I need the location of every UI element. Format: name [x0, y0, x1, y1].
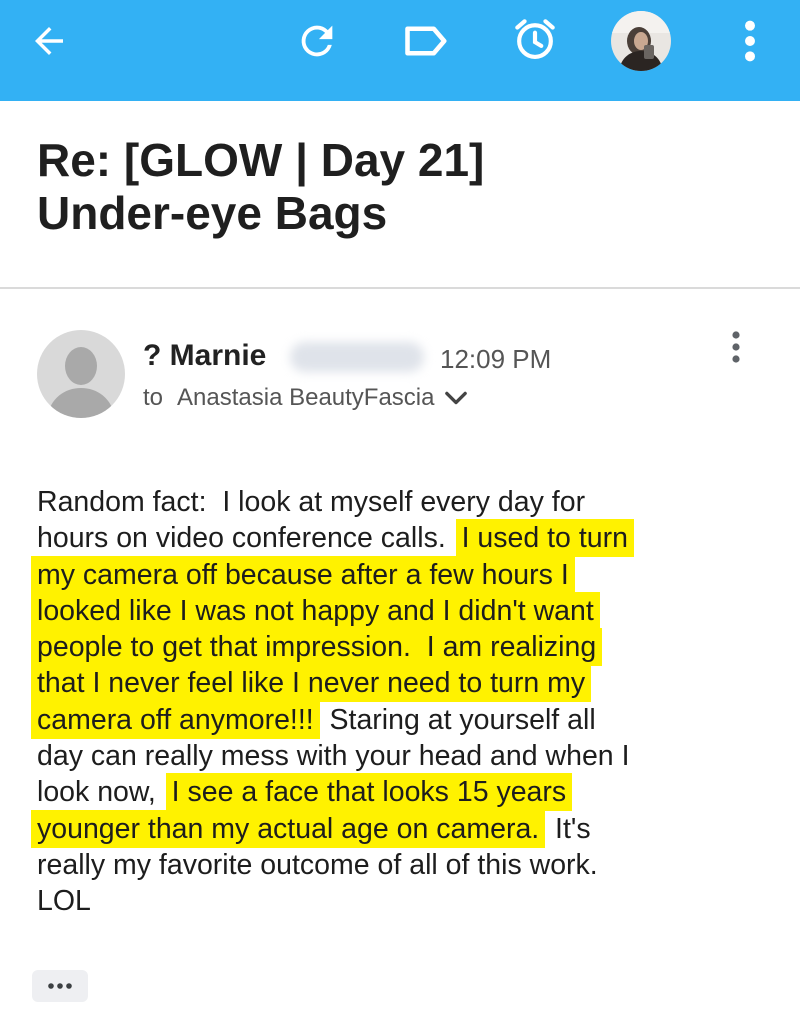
body-line: that I never feel like I never need to t… [31, 664, 757, 703]
sender-avatar[interactable] [37, 330, 125, 418]
highlighted-text: my camera off because after a few hours … [31, 555, 575, 594]
body-text: look now, [37, 776, 172, 809]
highlighted-text: younger than my actual age on camera. [31, 809, 546, 848]
highlighted-text: people to get that impression. I am real… [31, 628, 603, 667]
sent-time: 12:09 PM [440, 344, 552, 374]
show-trimmed-content-button[interactable] [32, 970, 88, 1002]
highlighted-text: looked like I was not happy and I didn't… [31, 591, 600, 630]
body-line: people to get that impression. I am real… [31, 628, 757, 667]
divider [0, 287, 800, 289]
body-text: LOL [37, 885, 91, 918]
person-icon [37, 330, 125, 418]
sender-name[interactable]: ? Marnie [143, 339, 266, 373]
chevron-down-icon[interactable] [444, 390, 467, 406]
body-line: looked like I was not happy and I didn't… [31, 591, 757, 630]
refresh-icon[interactable] [294, 18, 340, 64]
subject-line-1: Re: [GLOW | Day 21] [37, 134, 485, 186]
body-line: day can really mess with your head and w… [37, 738, 757, 774]
body-line: hours on video conference calls. I used … [37, 519, 757, 558]
email-subject: Re: [GLOW | Day 21] Under-eye Bags [37, 134, 757, 240]
body-line: look now, I see a face that looks 15 yea… [37, 773, 757, 812]
alarm-clock-icon[interactable] [510, 14, 560, 64]
highlighted-text: I see a face that looks 15 years [165, 773, 573, 812]
body-text: hours on video conference calls. [37, 522, 462, 555]
more-vert-icon[interactable] [738, 18, 762, 64]
subject-line-2: Under-eye Bags [37, 187, 388, 239]
body-line: Random fact: I look at myself every day … [37, 484, 757, 520]
highlighted-text: camera off anymore!!! [31, 700, 320, 739]
recipients-toggle[interactable]: to Anastasia BeautyFascia [143, 384, 467, 412]
body-text: day can really mess with your head and w… [37, 740, 630, 773]
redacted-surname [290, 342, 424, 372]
body-line: younger than my actual age on camera. It… [31, 809, 757, 848]
body-line: really my favorite outcome of all of thi… [37, 847, 757, 883]
label-icon[interactable] [400, 20, 450, 62]
to-label: to [143, 384, 164, 411]
body-line: LOL [37, 883, 757, 919]
email-body: Random fact: I look at myself every day … [31, 484, 757, 920]
body-text: It's [539, 812, 591, 845]
highlighted-text: I used to turn [455, 519, 634, 558]
back-arrow-icon[interactable] [28, 20, 70, 62]
body-text: Staring at yourself all [313, 703, 596, 736]
body-text: Random fact: I look at myself every day … [37, 486, 586, 518]
body-text: really my favorite outcome of all of thi… [37, 848, 598, 881]
account-avatar[interactable] [611, 11, 671, 71]
recipient-name: Anastasia BeautyFascia [177, 384, 435, 411]
app-bar [0, 0, 800, 101]
ellipsis-icon [48, 983, 72, 989]
highlighted-text: that I never feel like I never need to t… [31, 664, 592, 703]
message-more-vert-icon[interactable] [727, 329, 745, 365]
body-line: my camera off because after a few hours … [31, 555, 757, 594]
body-line: camera off anymore!!! Staring at yoursel… [31, 700, 757, 739]
